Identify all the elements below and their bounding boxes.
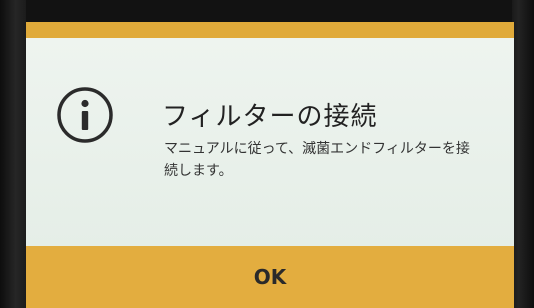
dialog-top-bar xyxy=(26,22,514,38)
device-bezel-top xyxy=(0,0,534,22)
ok-button[interactable]: OK xyxy=(26,246,514,308)
device-screen: フィルターの接続 マニュアルに従って、滅菌エンドフィルターを接続します。 OK xyxy=(26,22,514,308)
info-dialog: フィルターの接続 マニュアルに従って、滅菌エンドフィルターを接続します。 xyxy=(26,38,514,246)
info-icon xyxy=(56,86,114,144)
device-bezel-right xyxy=(512,0,534,308)
dialog-message: マニュアルに従って、滅菌エンドフィルターを接続します。 xyxy=(164,141,470,179)
device-bezel-left xyxy=(0,0,26,308)
dialog-title: フィルターの接続 xyxy=(162,102,378,132)
